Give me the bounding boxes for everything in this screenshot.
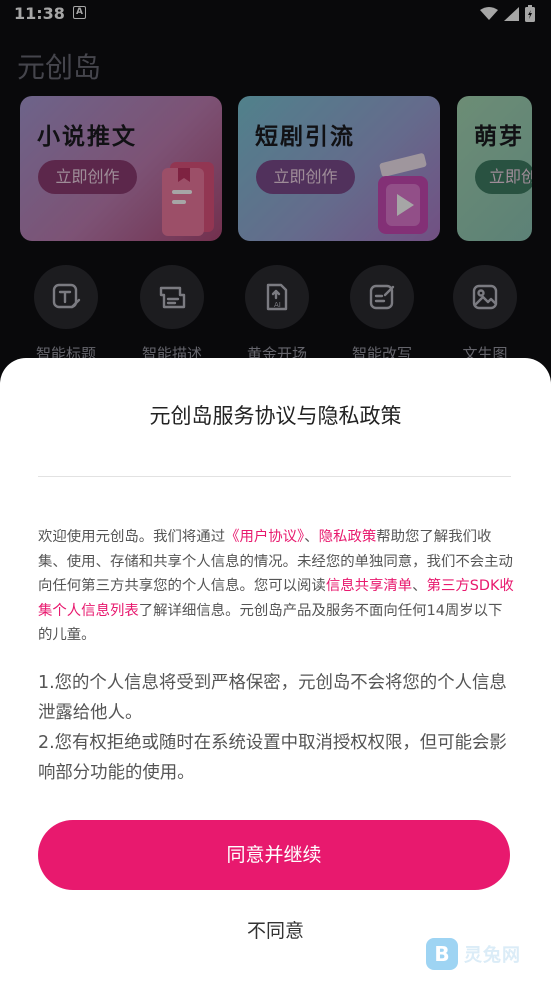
info-share-list-link[interactable]: 信息共享清单 [326,578,412,594]
watermark: B 灵兔网 [426,938,521,970]
dialog-body: 欢迎使用元创岛。我们将通过《用户协议》、隐私政策帮助您了解我们收集、使用、存储和… [38,525,516,648]
dialog-title: 元创岛服务协议与隐私政策 [149,404,402,428]
watermark-text: 灵兔网 [464,945,521,966]
dialog-points: 1.您的个人信息将受到严格保密，元创岛不会将您的个人信息泄露给他人。 2.您有权… [38,668,516,788]
divider [38,476,511,477]
agree-continue-button[interactable]: 同意并继续 [38,820,510,890]
point-item: 1.您的个人信息将受到严格保密，元创岛不会将您的个人信息泄露给他人。 [38,673,507,723]
watermark-logo-icon: B [426,938,458,970]
body-text: 、 [412,578,427,594]
privacy-dialog: 元创岛服务协议与隐私政策 欢迎使用元创岛。我们将通过《用户协议》、隐私政策帮助您… [0,358,551,985]
user-agreement-link[interactable]: 《用户协议》 [225,529,304,545]
privacy-policy-link[interactable]: 隐私政策 [319,529,377,545]
point-item: 2.您有权拒绝或随时在系统设置中取消授权权限，但可能会影响部分功能的使用。 [38,733,507,783]
body-text: 、 [304,529,319,545]
body-text: 欢迎使用元创岛。我们将通过 [38,529,226,545]
